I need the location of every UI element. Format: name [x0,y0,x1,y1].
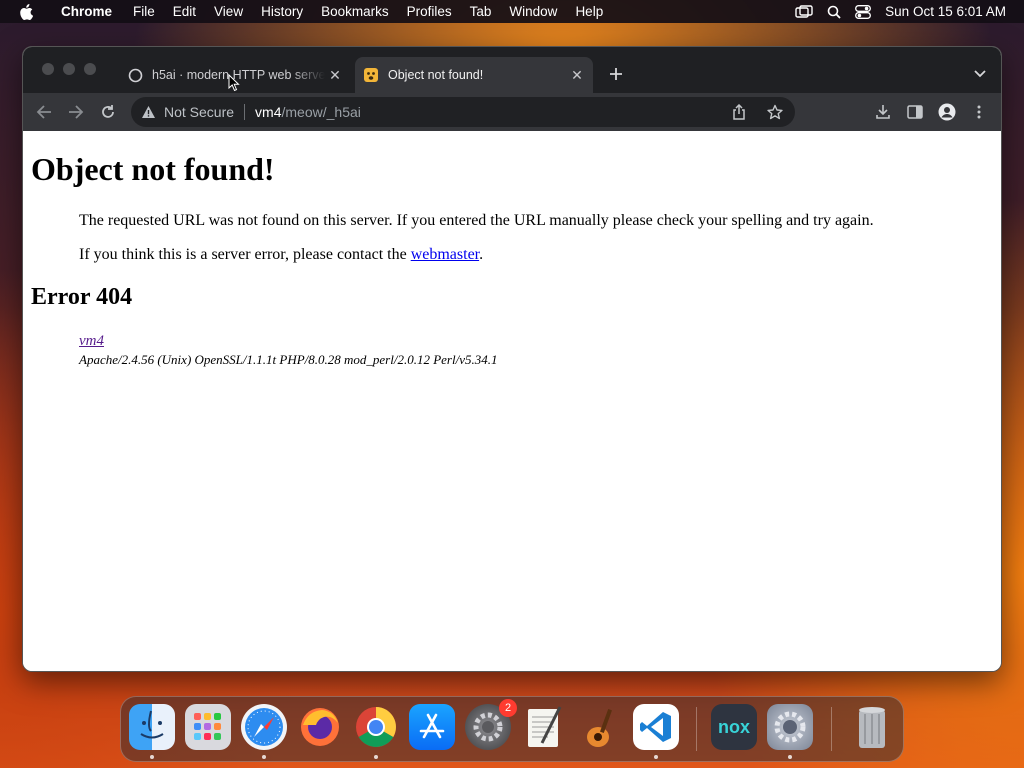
dock-separator [831,707,832,751]
running-indicator [150,755,154,759]
webmaster-link[interactable]: webmaster [411,246,479,263]
control-center-icon[interactable] [855,4,872,19]
security-label[interactable]: Not Secure [164,104,234,120]
menu-bookmarks[interactable]: Bookmarks [312,4,398,19]
contact-message: If you think this is a server error, ple… [79,246,483,264]
forward-button[interactable] [60,98,92,126]
visual-studio-code-icon[interactable] [633,704,679,750]
tab-strip: h5ai · modern HTTP web server index ✕ Ob… [23,47,1001,93]
url-host: vm4 [255,104,282,120]
firefox-icon[interactable] [297,704,343,750]
launchpad-icon[interactable] [185,704,231,750]
running-indicator [788,755,792,759]
address-bar[interactable]: Not Secure vm4 /meow/_h5ai [131,97,795,127]
url-path: /meow/_h5ai [281,104,361,120]
screen-mirroring-icon[interactable] [795,4,813,19]
server-address-link[interactable]: vm4 [79,333,104,350]
trash-icon[interactable] [849,704,895,750]
new-tab-button[interactable] [605,63,627,85]
window-controls [42,63,96,75]
back-button[interactable] [28,98,60,126]
profile-avatar-icon[interactable] [931,98,963,126]
mouse-cursor-icon [228,73,240,97]
download-icon[interactable] [867,98,899,126]
app-store-icon[interactable] [409,704,455,750]
apple-menu-icon[interactable] [0,3,52,20]
browser-window: h5ai · modern HTTP web server index ✕ Ob… [22,46,1002,672]
garageband-icon[interactable] [577,704,623,750]
nox-icon[interactable]: nox [711,704,757,750]
tab-object-not-found[interactable]: Object not found! ✕ [355,57,593,93]
contact-message-prefix: If you think this is a server error, ple… [79,246,411,263]
menu-clock[interactable]: Sun Oct 15 6:01 AM [885,4,1006,19]
running-indicator [374,755,378,759]
close-window-button[interactable] [42,63,54,75]
running-indicator [654,755,658,759]
warning-triangle-icon[interactable] [141,105,156,119]
tab-title: Object not found! [388,68,484,82]
page-title: Object not found! [31,151,275,187]
bookmark-star-icon[interactable] [759,98,791,126]
minimize-window-button[interactable] [63,63,75,75]
menu-history[interactable]: History [252,4,312,19]
share-icon[interactable] [723,98,755,126]
more-menu-icon[interactable] [963,98,995,126]
chrome-icon[interactable] [353,704,399,750]
dock-separator [696,707,697,751]
notification-badge: 2 [499,699,517,717]
loading-circle-icon [127,67,143,83]
error-code-heading: Error 404 [31,284,133,310]
system-preferences-icon[interactable]: 2 [465,699,517,750]
textedit-icon[interactable] [521,704,567,750]
menu-file[interactable]: File [124,4,164,19]
tab-search-chevron-down-icon[interactable] [971,65,989,83]
menu-view[interactable]: View [205,4,252,19]
page-content: Object not found! The requested URL was … [23,131,1001,671]
not-found-message: The requested URL was not found on this … [79,212,874,229]
zoom-window-button[interactable] [84,63,96,75]
spotlight-search-icon[interactable] [827,5,841,19]
menu-edit[interactable]: Edit [164,4,205,19]
finder-icon[interactable] [129,704,175,750]
menu-window[interactable]: Window [500,4,566,19]
running-indicator [262,755,266,759]
side-panel-icon[interactable] [899,98,931,126]
close-tab-icon[interactable]: ✕ [567,65,587,85]
address-separator [244,104,246,120]
contact-message-suffix: . [479,246,484,263]
browser-toolbar: Not Secure vm4 /meow/_h5ai [23,93,1001,131]
system-settings-icon[interactable] [767,704,813,750]
error-face-icon [363,67,379,83]
menu-app-name[interactable]: Chrome [52,4,124,19]
reload-button[interactable] [92,98,124,126]
safari-icon[interactable] [241,704,287,750]
menu-profiles[interactable]: Profiles [398,4,461,19]
menu-help[interactable]: Help [566,4,612,19]
menu-bar: Chrome File Edit View History Bookmarks … [0,0,1024,23]
svg-text:nox: nox [718,717,750,737]
dock: 2 nox [120,696,904,762]
menu-tab[interactable]: Tab [461,4,501,19]
server-signature: Apache/2.4.56 (Unix) OpenSSL/1.1.1t PHP/… [79,352,498,367]
close-tab-icon[interactable]: ✕ [325,65,345,85]
